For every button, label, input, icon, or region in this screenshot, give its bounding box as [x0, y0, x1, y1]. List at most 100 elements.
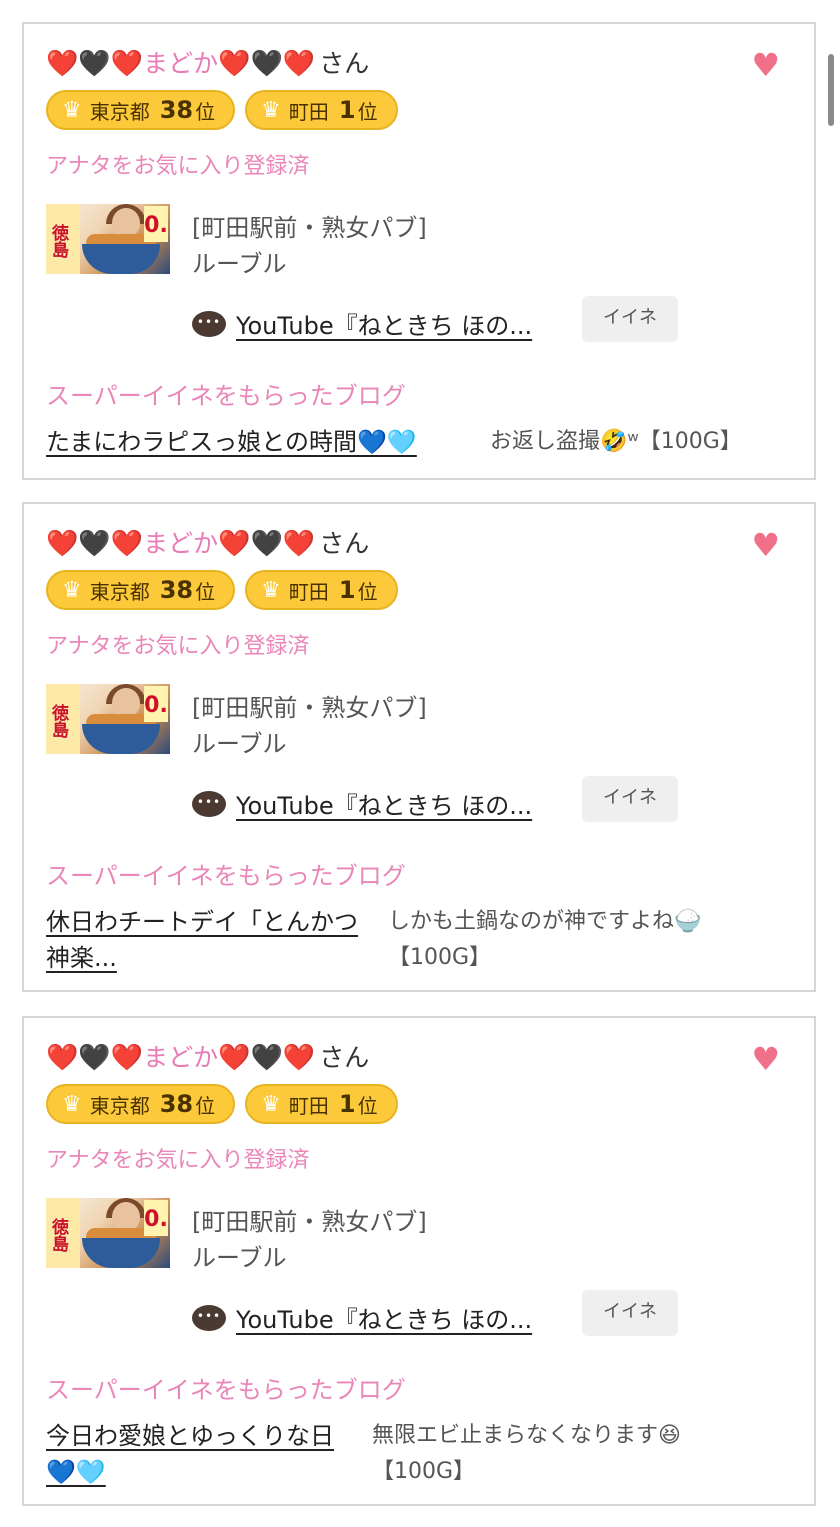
chat-bubble-icon: ••• — [192, 790, 226, 817]
shop-info[interactable]: [町田駅前・熟女パブ] ルーブル — [192, 210, 427, 282]
rank-number: 1 — [338, 1090, 356, 1118]
user-name-line[interactable]: ❤️🖤❤️まどか❤️🖤❤️ さん — [46, 46, 369, 82]
blog-comment-price: 【100G】 — [372, 1459, 476, 1484]
rank-area: 町田 — [288, 579, 329, 604]
crown-icon: ♛ — [261, 577, 281, 603]
rank-badge-machida: ♛ 町田 1 位 — [245, 1084, 398, 1124]
crown-icon: ♛ — [62, 577, 82, 603]
rank-area: 東京都 — [89, 579, 150, 604]
rank-unit: 位 — [357, 99, 378, 124]
name-hearts-before: ❤️🖤❤️ — [46, 529, 144, 559]
rank-badges: ♛ 東京都 38 位 ♛ 町田 1 位 — [46, 1084, 398, 1124]
rank-area: 東京都 — [89, 99, 150, 124]
rank-badge-machida: ♛ 町田 1 位 — [245, 90, 398, 130]
honorific: さん — [319, 49, 370, 78]
iine-button[interactable]: イイネ — [582, 1290, 678, 1336]
favorite-user-card[interactable]: ❤️🖤❤️まどか❤️🖤❤️ さん ♥ ♛ 東京都 38 位 ♛ 町田 1 位 アナ… — [22, 22, 816, 480]
rank-area: 東京都 — [89, 1093, 150, 1118]
rank-badges: ♛ 東京都 38 位 ♛ 町田 1 位 — [46, 570, 398, 610]
shop-info[interactable]: [町田駅前・熟女パブ] ルーブル — [192, 690, 427, 762]
blog-comment: しかも土鍋なのが神ですよね🍚 【100G】 — [388, 904, 701, 976]
youtube-thumbnail[interactable]: 徳島 0. — [46, 684, 170, 754]
blog-title-line: 今日わ愛娘とゆっくりな日 — [46, 1422, 334, 1450]
name-hearts-after: ❤️🖤❤️ — [218, 1043, 316, 1073]
crown-icon: ♛ — [62, 1091, 82, 1117]
rank-number: 38 — [159, 96, 194, 124]
blog-comment: お返し盗撮🤣ʷ【100G】 — [490, 424, 742, 460]
blog-title-link[interactable]: 休日わチートデイ「とんかつ 神楽... — [46, 904, 376, 976]
thumb-kanji-mark: 徳島 — [48, 704, 68, 738]
shop-category: [町田駅前・熟女パブ] — [192, 214, 427, 242]
youtube-line[interactable]: ••• YouTube『ねときち ほの... — [192, 306, 532, 341]
blog-comment-price: 【100G】 — [388, 945, 492, 970]
favorite-user-card[interactable]: ❤️🖤❤️まどか❤️🖤❤️ さん ♥ ♛ 東京都 38 位 ♛ 町田 1 位 アナ… — [22, 1016, 816, 1506]
shop-name: ルーブル — [192, 250, 287, 278]
shop-info[interactable]: [町田駅前・熟女パブ] ルーブル — [192, 1204, 427, 1276]
chat-bubble-icon: ••• — [192, 1304, 226, 1331]
rank-number: 38 — [159, 576, 194, 604]
iine-button[interactable]: イイネ — [582, 296, 678, 342]
thumb-zero-mark: 0. — [144, 1200, 168, 1236]
super-iine-label: スーパーイイネをもらったブログ — [46, 382, 406, 410]
name-hearts-before: ❤️🖤❤️ — [46, 1043, 144, 1073]
shop-name: ルーブル — [192, 1244, 287, 1272]
user-name-line[interactable]: ❤️🖤❤️まどか❤️🖤❤️ さん — [46, 1040, 369, 1076]
thumb-bowl — [82, 1238, 160, 1268]
favorite-user-card[interactable]: ❤️🖤❤️まどか❤️🖤❤️ さん ♥ ♛ 東京都 38 位 ♛ 町田 1 位 アナ… — [22, 502, 816, 992]
blog-title-link[interactable]: 今日わ愛娘とゆっくりな日 💙🩵 — [46, 1418, 356, 1490]
youtube-link[interactable]: YouTube『ねときち ほの... — [236, 1300, 532, 1335]
chat-bubble-icon: ••• — [192, 310, 226, 337]
shop-category: [町田駅前・熟女パブ] — [192, 1208, 427, 1236]
honorific: さん — [319, 1043, 370, 1072]
user-name: まどか — [143, 49, 219, 78]
crown-icon: ♛ — [261, 97, 281, 123]
rank-badge-tokyo: ♛ 東京都 38 位 — [46, 570, 236, 610]
rank-number: 38 — [159, 1090, 194, 1118]
scrollbar[interactable] — [828, 54, 834, 126]
thumb-kanji-mark: 徳島 — [48, 1218, 68, 1252]
blog-comment: 無限エビ止まらなくなります😆 【100G】 — [372, 1418, 681, 1490]
youtube-link[interactable]: YouTube『ねときち ほの... — [236, 786, 532, 821]
favorite-heart-icon[interactable]: ♥ — [751, 1042, 780, 1076]
rank-unit: 位 — [195, 579, 216, 604]
crown-icon: ♛ — [261, 1091, 281, 1117]
rank-badge-tokyo: ♛ 東京都 38 位 — [46, 90, 236, 130]
rank-badge-tokyo: ♛ 東京都 38 位 — [46, 1084, 236, 1124]
honorific: さん — [319, 529, 370, 558]
thumb-bowl — [82, 724, 160, 754]
favorite-status: アナタをお気に入り登録済 — [46, 1148, 310, 1173]
user-name: まどか — [143, 529, 219, 558]
iine-button[interactable]: イイネ — [582, 776, 678, 822]
user-name: まどか — [143, 1043, 219, 1072]
rank-unit: 位 — [195, 1093, 216, 1118]
name-hearts-before: ❤️🖤❤️ — [46, 49, 144, 79]
blog-comment-text: お返し盗撮🤣ʷ【100G】 — [490, 429, 742, 454]
rank-area: 町田 — [288, 1093, 329, 1118]
favorite-heart-icon[interactable]: ♥ — [751, 48, 780, 82]
rank-unit: 位 — [195, 99, 216, 124]
shop-category: [町田駅前・熟女パブ] — [192, 694, 427, 722]
rank-badges: ♛ 東京都 38 位 ♛ 町田 1 位 — [46, 90, 398, 130]
name-hearts-after: ❤️🖤❤️ — [218, 49, 316, 79]
crown-icon: ♛ — [62, 97, 82, 123]
blog-title-line: 💙🩵 — [46, 1458, 106, 1486]
youtube-line[interactable]: ••• YouTube『ねときち ほの... — [192, 1300, 532, 1335]
favorite-status: アナタをお気に入り登録済 — [46, 634, 310, 659]
rank-number: 1 — [338, 96, 356, 124]
youtube-line[interactable]: ••• YouTube『ねときち ほの... — [192, 786, 532, 821]
favorite-heart-icon[interactable]: ♥ — [751, 528, 780, 562]
rank-unit: 位 — [357, 1093, 378, 1118]
blog-title-line: 休日わチートデイ「とんかつ — [46, 908, 358, 936]
youtube-link[interactable]: YouTube『ねときち ほの... — [236, 306, 532, 341]
blog-title-line: 神楽... — [46, 944, 117, 972]
super-iine-label: スーパーイイネをもらったブログ — [46, 862, 406, 890]
youtube-thumbnail[interactable]: 徳島 0. — [46, 204, 170, 274]
blog-title-link[interactable]: たまにわラピスっ娘との時間💙🩵 — [46, 424, 417, 460]
thumb-kanji-mark: 徳島 — [48, 224, 68, 258]
youtube-thumbnail[interactable]: 徳島 0. — [46, 1198, 170, 1268]
user-name-line[interactable]: ❤️🖤❤️まどか❤️🖤❤️ さん — [46, 526, 369, 562]
rank-badge-machida: ♛ 町田 1 位 — [245, 570, 398, 610]
thumb-bowl — [82, 244, 160, 274]
blog-comment-text: 無限エビ止まらなくなります😆 — [372, 1423, 681, 1448]
thumb-zero-mark: 0. — [144, 686, 168, 722]
